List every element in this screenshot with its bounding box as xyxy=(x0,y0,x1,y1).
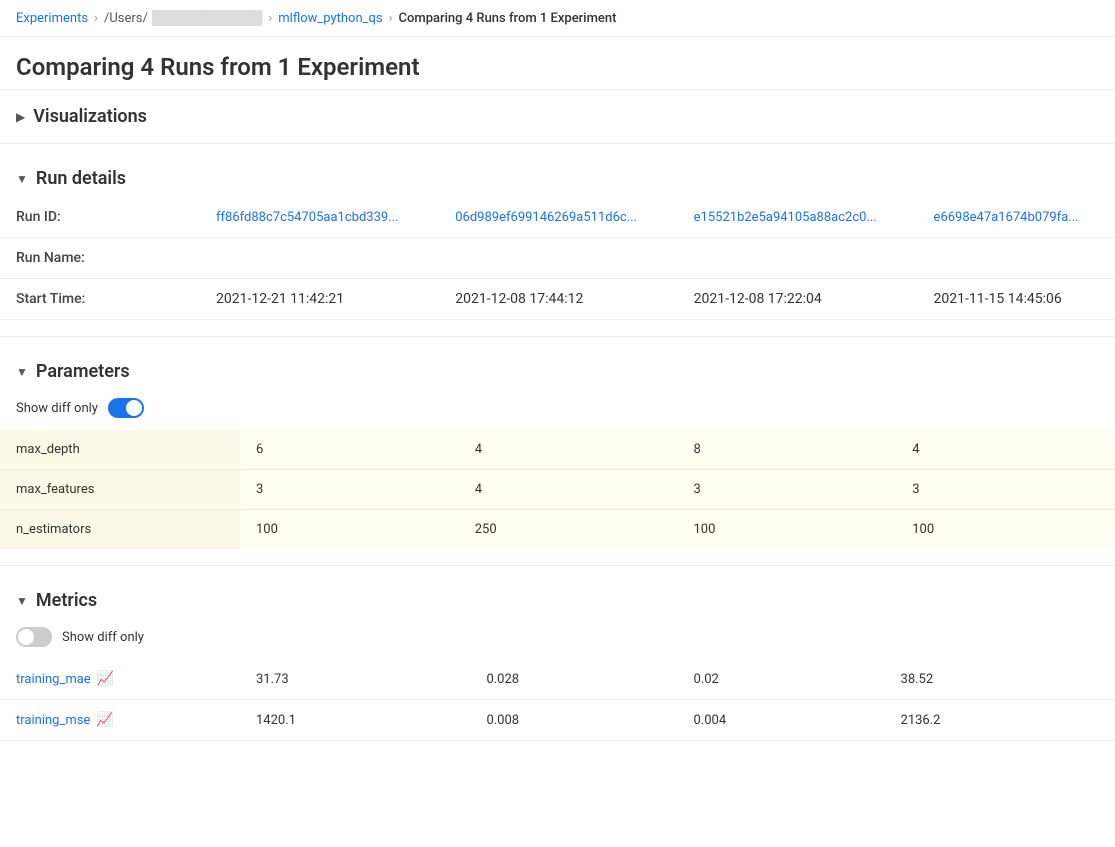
section-metrics: ▼ Metrics Show diff only training_mae 📈 … xyxy=(0,574,1115,741)
run-id-row: Run ID: ff86fd88c7c54705aa1cbd339... 06d… xyxy=(0,197,1115,238)
param-name-max-depth: max_depth xyxy=(0,430,240,470)
metrics-show-diff-label: Show diff only xyxy=(62,630,144,645)
param-val-max-depth-1: 4 xyxy=(459,430,678,470)
metric-name-training-mae: training_mae 📈 xyxy=(0,659,240,700)
run-details-table: Run ID: ff86fd88c7c54705aa1cbd339... 06d… xyxy=(0,197,1115,320)
visualizations-header[interactable]: ▶ Visualizations xyxy=(0,90,1115,135)
param-row-n-estimators: n_estimators 100 250 100 100 xyxy=(0,510,1115,550)
param-row-max-features: max_features 3 4 3 3 xyxy=(0,470,1115,510)
breadcrumb-blur: ████████████ xyxy=(152,10,263,26)
visualizations-arrow: ▶ xyxy=(16,110,25,124)
metrics-arrow: ▼ xyxy=(16,594,28,608)
param-val-max-features-1: 4 xyxy=(459,470,678,510)
params-toggle-slider xyxy=(108,398,144,418)
breadcrumb: Experiments › /Users/ ████████████ › mlf… xyxy=(0,0,1115,37)
parameters-header[interactable]: ▼ Parameters xyxy=(0,345,1115,390)
metrics-title: Metrics xyxy=(36,590,97,611)
training-mae-link[interactable]: training_mae 📈 xyxy=(16,671,224,687)
start-time-row: Start Time: 2021-12-21 11:42:21 2021-12-… xyxy=(0,279,1115,320)
run-id-link-0[interactable]: ff86fd88c7c54705aa1cbd339... xyxy=(216,210,399,225)
metric-row-training-mae: training_mae 📈 31.73 0.028 0.02 38.52 xyxy=(0,659,1115,700)
breadcrumb-users: /Users/ xyxy=(104,11,148,26)
metric-val-mae-2: 0.02 xyxy=(677,659,884,700)
param-val-max-depth-0: 6 xyxy=(240,430,459,470)
run-name-cell-0 xyxy=(200,238,439,279)
run-details-title: Run details xyxy=(36,168,126,189)
metric-name-training-mse: training_mse 📈 xyxy=(0,700,240,741)
run-name-cell-2 xyxy=(678,238,918,279)
parameters-table: max_depth 6 4 8 4 max_features 3 4 3 3 n… xyxy=(0,430,1115,549)
run-name-row: Run Name: xyxy=(0,238,1115,279)
metrics-header[interactable]: ▼ Metrics xyxy=(0,574,1115,619)
run-id-cell-3: e6698e47a1674b079fa... xyxy=(918,197,1115,238)
params-show-diff-label: Show diff only xyxy=(16,401,98,416)
run-id-cell-1: 06d989ef699146269a511d6c... xyxy=(439,197,677,238)
metrics-show-diff-toggle[interactable] xyxy=(16,627,52,647)
breadcrumb-current: Comparing 4 Runs from 1 Experiment xyxy=(399,11,617,26)
param-val-max-depth-2: 8 xyxy=(678,430,897,470)
run-id-link-2[interactable]: e15521b2e5a94105a88ac2c0... xyxy=(694,210,877,225)
run-name-label: Run Name: xyxy=(0,238,200,279)
breadcrumb-sep-3: › xyxy=(389,11,393,26)
section-parameters: ▼ Parameters Show diff only max_depth 6 … xyxy=(0,345,1115,566)
run-id-cell-2: e15521b2e5a94105a88ac2c0... xyxy=(678,197,918,238)
start-time-cell-3: 2021-11-15 14:45:06 xyxy=(918,279,1115,320)
training-mse-chart-icon: 📈 xyxy=(96,712,113,728)
run-id-cell-0: ff86fd88c7c54705aa1cbd339... xyxy=(200,197,439,238)
training-mae-label: training_mae xyxy=(16,672,91,687)
start-time-label: Start Time: xyxy=(0,279,200,320)
parameters-title: Parameters xyxy=(36,361,130,382)
breadcrumb-sep-2: › xyxy=(268,11,272,26)
run-name-cell-1 xyxy=(439,238,677,279)
breadcrumb-experiments[interactable]: Experiments xyxy=(16,11,88,26)
run-details-arrow: ▼ xyxy=(16,172,28,186)
metric-val-mae-0: 31.73 xyxy=(240,659,470,700)
param-val-max-features-2: 3 xyxy=(678,470,897,510)
run-name-cell-3 xyxy=(918,238,1115,279)
page-title: Comparing 4 Runs from 1 Experiment xyxy=(0,37,1115,90)
param-val-max-features-0: 3 xyxy=(240,470,459,510)
start-time-cell-1: 2021-12-08 17:44:12 xyxy=(439,279,677,320)
run-id-link-3[interactable]: e6698e47a1674b079fa... xyxy=(934,210,1079,225)
metric-val-mse-2: 0.004 xyxy=(677,700,884,741)
metric-val-mse-3: 2136.2 xyxy=(885,700,1115,741)
run-id-link-1[interactable]: 06d989ef699146269a511d6c... xyxy=(455,210,637,225)
breadcrumb-sep-1: › xyxy=(94,11,98,26)
metric-val-mae-1: 0.028 xyxy=(470,659,677,700)
training-mse-link[interactable]: training_mse 📈 xyxy=(16,712,224,728)
section-visualizations: ▶ Visualizations xyxy=(0,90,1115,144)
metrics-table: training_mae 📈 31.73 0.028 0.02 38.52 tr… xyxy=(0,659,1115,741)
param-val-max-depth-3: 4 xyxy=(896,430,1115,470)
param-name-n-estimators: n_estimators xyxy=(0,510,240,550)
training-mse-label: training_mse xyxy=(16,713,90,728)
params-show-diff-toggle[interactable] xyxy=(108,398,144,418)
metric-row-training-mse: training_mse 📈 1420.1 0.008 0.004 2136.2 xyxy=(0,700,1115,741)
section-run-details: ▼ Run details Run ID: ff86fd88c7c54705aa… xyxy=(0,152,1115,337)
param-val-n-estimators-3: 100 xyxy=(896,510,1115,550)
param-name-max-features: max_features xyxy=(0,470,240,510)
breadcrumb-experiment[interactable]: mlflow_python_qs xyxy=(278,11,382,26)
run-details-header[interactable]: ▼ Run details xyxy=(0,152,1115,197)
parameters-arrow: ▼ xyxy=(16,365,28,379)
metric-val-mse-0: 1420.1 xyxy=(240,700,470,741)
metrics-toggle-slider xyxy=(16,627,52,647)
metrics-toggle-row: Show diff only xyxy=(0,619,1115,659)
param-val-n-estimators-0: 100 xyxy=(240,510,459,550)
param-val-max-features-3: 3 xyxy=(896,470,1115,510)
param-val-n-estimators-2: 100 xyxy=(678,510,897,550)
start-time-cell-2: 2021-12-08 17:22:04 xyxy=(678,279,918,320)
visualizations-title: Visualizations xyxy=(33,106,147,127)
param-val-n-estimators-1: 250 xyxy=(459,510,678,550)
params-toggle-row: Show diff only xyxy=(0,390,1115,430)
start-time-cell-0: 2021-12-21 11:42:21 xyxy=(200,279,439,320)
metric-val-mae-3: 38.52 xyxy=(885,659,1115,700)
param-row-max-depth: max_depth 6 4 8 4 xyxy=(0,430,1115,470)
run-id-label: Run ID: xyxy=(0,197,200,238)
training-mae-chart-icon: 📈 xyxy=(97,671,114,687)
metric-val-mse-1: 0.008 xyxy=(470,700,677,741)
